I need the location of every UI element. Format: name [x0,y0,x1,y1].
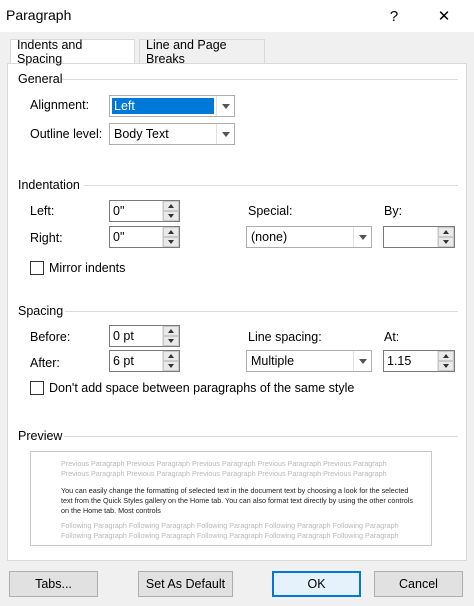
set-as-default-button[interactable]: Set As Default [138,571,233,597]
spacing-heading: Spacing [18,304,64,318]
divider [65,311,458,312]
preview-following-line: Following Paragraph Following Paragraph … [61,531,399,540]
chevron-down-icon [353,351,371,371]
at-spinner[interactable]: 1.15 [383,350,455,372]
before-spinner[interactable]: 0 pt [109,325,180,347]
chevron-down-icon [216,96,234,116]
preview-sample-line: You can easily change the formatting of … [61,486,409,495]
increment-button[interactable] [438,351,454,361]
outline-level-select[interactable]: Body Text [109,123,235,145]
by-value [384,227,437,247]
divider [84,185,458,186]
dont-add-space-checkbox[interactable] [30,381,44,395]
tab-label: Indents and Spacing [17,37,83,66]
alignment-value: Left [112,98,214,114]
decrement-button[interactable] [163,336,179,346]
divider [64,436,458,437]
preview-following-line: Following Paragraph Following Paragraph … [61,521,399,530]
by-spinner[interactable] [383,226,455,248]
alignment-label: Alignment: [30,98,90,112]
at-value: 1.15 [387,354,412,368]
increment-button[interactable] [163,351,179,361]
preview-sample-line: text from the Quick Styles gallery on th… [61,496,413,505]
right-indent-spinner[interactable]: 0" [109,226,180,248]
increment-button[interactable] [163,201,179,211]
at-label: At: [384,330,400,344]
left-indent-value: 0" [113,204,125,218]
before-value: 0 pt [113,329,134,343]
decrement-button[interactable] [438,361,454,371]
tab-line-and-page-breaks[interactable]: Line and Page Breaks [139,37,265,66]
after-spinner[interactable]: 6 pt [109,350,180,372]
decrement-button[interactable] [163,237,179,247]
alignment-select[interactable]: Left [109,95,235,117]
window-title: Paragraph [6,7,72,23]
after-label: After: [30,356,60,370]
general-heading: General [18,72,63,86]
special-select[interactable]: (none) [246,226,372,248]
preview-heading: Preview [18,429,63,443]
decrement-button[interactable] [438,237,454,247]
dont-add-space-label[interactable]: Don't add space between paragraphs of th… [49,381,354,395]
chevron-down-icon [353,227,371,247]
left-indent-spinner[interactable]: 0" [109,200,180,222]
after-value: 6 pt [113,354,134,368]
divider [62,79,458,80]
special-value: (none) [251,230,288,244]
close-button[interactable]: ✕ [422,0,466,32]
tabs-button[interactable]: Tabs... [9,571,98,597]
decrement-button[interactable] [163,361,179,371]
line-spacing-label: Line spacing: [248,330,322,344]
increment-button[interactable] [163,227,179,237]
tab-indents-and-spacing[interactable]: Indents and Spacing [10,37,135,66]
line-spacing-value: Multiple [251,354,295,368]
before-label: Before: [30,330,71,344]
outline-level-value: Body Text [114,127,169,141]
increment-button[interactable] [438,227,454,237]
decrement-button[interactable] [163,211,179,221]
mirror-indents-label[interactable]: Mirror indents [49,261,125,275]
preview-previous-line: Previous Paragraph Previous Paragraph Pr… [61,469,387,478]
outline-level-label: Outline level: [30,127,103,141]
help-button[interactable]: ? [372,0,416,32]
special-label: Special: [248,204,293,218]
ok-button[interactable]: OK [272,571,361,597]
right-indent-label: Right: [30,231,63,245]
close-icon: ✕ [437,8,451,25]
indentation-heading: Indentation [18,178,80,192]
left-indent-label: Left: [30,204,55,218]
cancel-button[interactable]: Cancel [374,571,463,597]
line-spacing-select[interactable]: Multiple [246,350,372,372]
preview-box: Previous Paragraph Previous Paragraph Pr… [30,451,432,546]
increment-button[interactable] [163,326,179,336]
mirror-indents-checkbox[interactable] [30,261,44,275]
chevron-down-icon [216,124,234,144]
preview-sample-line: on the Home tab. Most controls [61,506,161,515]
tab-label: Line and Page Breaks [146,37,227,66]
by-label: By: [384,204,403,218]
right-indent-value: 0" [113,230,125,244]
preview-previous-line: Previous Paragraph Previous Paragraph Pr… [61,459,387,468]
